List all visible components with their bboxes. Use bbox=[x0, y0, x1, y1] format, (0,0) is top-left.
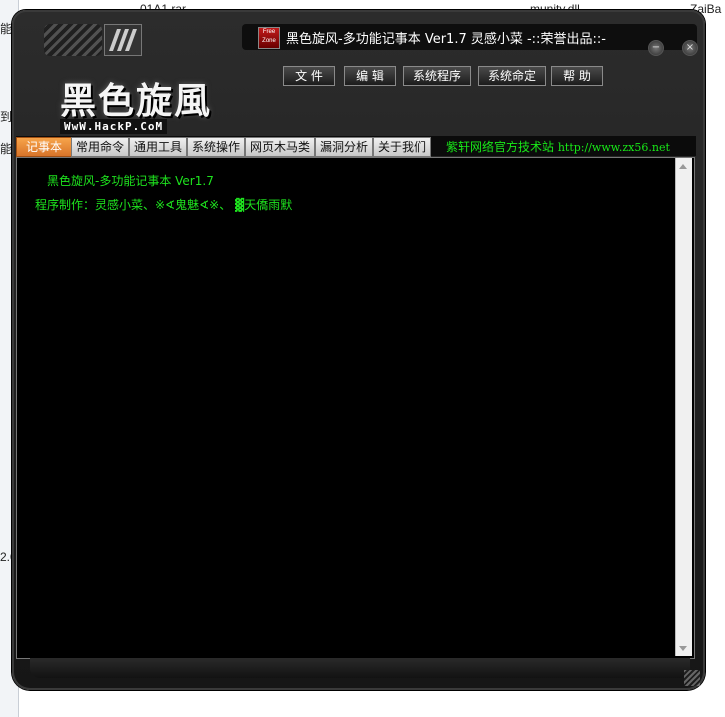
scroll-up-icon[interactable] bbox=[679, 164, 687, 169]
logo-text: 黑色旋風 bbox=[60, 80, 213, 122]
menu-edit[interactable]: 编 辑 bbox=[344, 66, 396, 86]
tab-vulnerability-analysis[interactable]: 漏洞分析 bbox=[315, 137, 373, 157]
bg-fragment-3: 能 bbox=[0, 142, 13, 156]
tab-common-commands[interactable]: 常用命令 bbox=[71, 137, 129, 157]
window-title: 黑色旋风-多功能记事本 Ver1.7 灵感小菜 -::荣誉出品::- bbox=[286, 32, 606, 47]
resize-grip-icon[interactable] bbox=[684, 670, 700, 686]
vertical-scrollbar[interactable] bbox=[675, 158, 692, 656]
close-button[interactable]: × bbox=[682, 40, 698, 56]
menu-system-commands[interactable]: 系统命定 bbox=[478, 66, 546, 86]
logo-url: WwW.HackP.CoM bbox=[60, 119, 168, 134]
tab-notepad[interactable]: 记事本 bbox=[16, 137, 72, 157]
emblem-icon bbox=[104, 24, 142, 56]
editor-line-1: 黑色旋风-多功能记事本 Ver1.7 bbox=[47, 174, 214, 188]
menu-system-programs[interactable]: 系统程序 bbox=[403, 66, 471, 86]
minimize-button[interactable]: − bbox=[648, 40, 664, 56]
notepad-text-area[interactable]: 黑色旋风-多功能记事本 Ver1.7 程序制作：灵感小菜、※∢鬼魅∢※、 ▓天僑… bbox=[16, 157, 695, 659]
grille-decoration bbox=[44, 24, 102, 56]
tab-common-tools[interactable]: 通用工具 bbox=[129, 137, 187, 157]
app-icon[interactable]: Free Zone bbox=[258, 27, 280, 49]
tab-about-us[interactable]: 关于我们 bbox=[373, 137, 431, 157]
tagline-url[interactable]: http://www.zx56.net bbox=[558, 141, 670, 154]
app-window: Free Zone 黑色旋风-多功能记事本 Ver1.7 灵感小菜 -::荣誉出… bbox=[12, 10, 705, 690]
tagline-text: 紫轩网络官方技术站 bbox=[446, 140, 555, 154]
editor-line-2: 程序制作：灵感小菜、※∢鬼魅∢※、 ▓天僑雨默 bbox=[35, 198, 293, 212]
scroll-down-icon[interactable] bbox=[679, 646, 687, 651]
tagline: 紫轩网络官方技术站 http://www.zx56.net bbox=[446, 138, 670, 155]
menu-file[interactable]: 文 件 bbox=[283, 66, 335, 86]
bg-fragment-2: 到 bbox=[0, 110, 13, 124]
tab-system-operations[interactable]: 系统操作 bbox=[187, 137, 245, 157]
tab-web-trojans[interactable]: 网页木马类 bbox=[245, 137, 315, 157]
menu-help[interactable]: 帮 助 bbox=[551, 66, 603, 86]
bottom-bar bbox=[30, 658, 690, 678]
